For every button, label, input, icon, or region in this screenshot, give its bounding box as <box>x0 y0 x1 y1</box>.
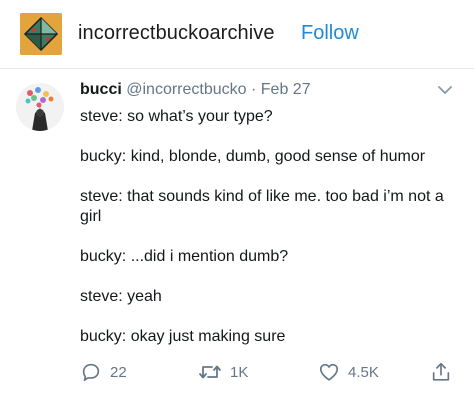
tweet-line: steve: so what’s your type? <box>80 108 273 125</box>
avatar[interactable] <box>16 83 64 131</box>
blog-logo-icon <box>20 13 62 55</box>
follow-button[interactable]: Follow <box>301 22 359 45</box>
tweet-header: bucci @incorrectbucko · Feb 27 <box>80 81 311 99</box>
tweet-actions: 22 1K 4.5K <box>0 361 474 387</box>
blog-header: incorrectbuckoarchive Follow <box>0 0 474 68</box>
header-separator: · <box>251 81 257 98</box>
retweet-count: 1K <box>230 363 249 381</box>
reply-button[interactable]: 22 <box>80 361 127 383</box>
tweet-line: steve: yeah <box>80 288 162 305</box>
tweet-line: bucky: kind, blonde, dumb, good sense of… <box>80 148 426 165</box>
tweet-date[interactable]: Feb 27 <box>261 81 311 98</box>
share-button[interactable] <box>430 361 452 383</box>
profile-picture-icon <box>16 83 64 131</box>
retweet-icon <box>199 365 221 379</box>
heart-icon <box>319 363 339 381</box>
like-button[interactable]: 4.5K <box>318 361 379 383</box>
tweet-card: bucci @incorrectbucko · Feb 27 steve: so… <box>0 69 474 408</box>
tweet-line: steve: that sounds kind of like me. too … <box>80 188 444 225</box>
chevron-down-icon <box>438 86 452 94</box>
share-icon <box>432 362 450 381</box>
blog-name[interactable]: incorrectbuckoarchive <box>78 22 275 45</box>
like-count: 4.5K <box>348 363 379 381</box>
reply-count: 22 <box>110 363 127 381</box>
retweet-button[interactable]: 1K <box>198 361 248 383</box>
blog-avatar[interactable] <box>20 13 62 55</box>
display-name[interactable]: bucci <box>80 81 122 98</box>
tweet-line: bucky: ...did i mention dumb? <box>80 248 289 265</box>
tweet-text: steve: so what’s your type? bucky: kind,… <box>80 107 460 347</box>
tweet-options-button[interactable] <box>437 83 453 95</box>
comment-icon <box>82 363 100 382</box>
tweet-line: bucky: okay just making sure <box>80 328 286 345</box>
user-handle[interactable]: @incorrectbucko <box>126 81 246 98</box>
